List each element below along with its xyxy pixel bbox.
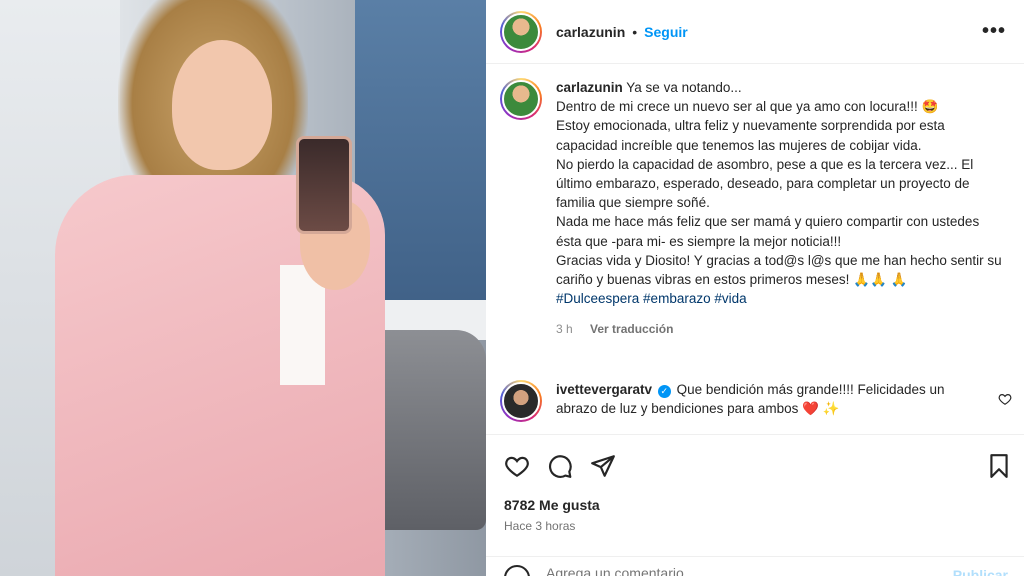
caption-line-3: Estoy emocionada, ultra feliz y nuevamen… (556, 118, 945, 153)
comment-text: ivettevergaratv ✓ Que bendición más gran… (556, 380, 986, 422)
publish-button[interactable]: Publicar (953, 567, 1008, 576)
follow-button[interactable]: Seguir (644, 24, 688, 40)
share-paper-plane-icon[interactable] (590, 453, 616, 479)
photo-face (172, 40, 272, 170)
author-username[interactable]: carlazunin (556, 24, 625, 40)
caption-line-4: No pierdo la capacidad de asombro, pese … (556, 156, 974, 211)
commenter-username[interactable]: ivettevergaratv (556, 382, 652, 397)
post-photo[interactable] (0, 0, 486, 576)
likes-count[interactable]: 8782 Me gusta (504, 497, 600, 513)
translate-link[interactable]: Ver traducción (590, 322, 673, 336)
caption-line-6: Gracias vida y Diosito! Y gracias a tod@… (556, 252, 1002, 288)
add-comment-bar: Publicar (486, 556, 1024, 576)
caption-line-1: Ya se va notando... (626, 80, 742, 95)
post-panel: carlazunin • Seguir ••• carlazunin Ya se… (486, 0, 1024, 576)
comment-input[interactable] (546, 565, 926, 576)
verified-badge-icon: ✓ (657, 385, 671, 398)
more-options-icon[interactable]: ••• (982, 20, 1006, 43)
comment-bubble-icon[interactable] (547, 453, 573, 479)
caption-author-avatar[interactable] (500, 78, 542, 120)
post-timestamp: Hace 3 horas (504, 519, 576, 533)
header-separator: • (632, 23, 638, 40)
comment-like-heart-icon[interactable] (998, 392, 1012, 406)
caption-line-5: Nada me hace más feliz que ser mamá y qu… (556, 214, 980, 249)
caption-hashtags[interactable]: #Dulceespera #embarazo #vida (556, 291, 747, 306)
post-header: carlazunin • Seguir ••• (486, 0, 1024, 64)
caption-line-2: Dentro de mi crece un nuevo ser al que y… (556, 99, 939, 115)
caption-age: 3 h (556, 322, 573, 337)
caption-meta: 3 h Ver traducción (556, 320, 1006, 339)
caption-text: carlazunin Ya se va notando... Dentro de… (556, 78, 1006, 340)
like-heart-icon[interactable] (504, 453, 530, 479)
comment-item: ivettevergaratv ✓ Que bendición más gran… (500, 380, 1010, 422)
post-actions-bar (486, 434, 1024, 494)
emoji-icon[interactable] (504, 565, 530, 576)
photo-phone (296, 136, 352, 234)
commenter-avatar[interactable] (500, 380, 542, 422)
author-avatar[interactable] (500, 10, 542, 53)
caption-username[interactable]: carlazunin (556, 80, 623, 95)
save-bookmark-icon[interactable] (986, 453, 1012, 479)
post-caption: carlazunin Ya se va notando... Dentro de… (500, 78, 1010, 340)
